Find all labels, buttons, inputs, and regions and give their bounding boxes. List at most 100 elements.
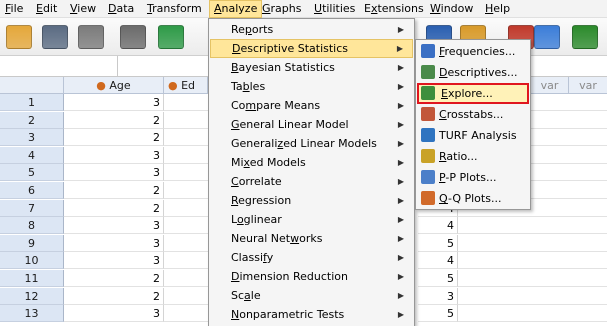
analyze-menu-item[interactable]: General Linear Model ▶ [210, 115, 413, 134]
analyze-menu-item[interactable]: Bayesian Statistics ▶ [210, 58, 413, 77]
cell-col2[interactable] [164, 200, 208, 217]
row-number[interactable]: 11 [0, 270, 64, 287]
cell-col3[interactable]: 4 [418, 252, 458, 270]
menu-help[interactable]: Help [481, 0, 514, 18]
cell-col2[interactable] [164, 305, 208, 323]
row-number[interactable]: 10 [0, 252, 64, 270]
cell-age[interactable]: 2 [64, 182, 164, 199]
cell-age[interactable]: 3 [64, 252, 164, 270]
cell-col3[interactable]: 3 [418, 287, 458, 305]
menu-extensions[interactable]: Extensions [360, 0, 428, 18]
cell-age[interactable]: 2 [64, 287, 164, 305]
row-number[interactable]: 12 [0, 287, 64, 305]
menu-window[interactable]: Window [426, 0, 477, 18]
cell-col2[interactable] [164, 112, 208, 129]
analyze-menu-item[interactable]: Tables ▶ [210, 77, 413, 96]
cell-col3[interactable]: 5 [418, 234, 458, 252]
cell-col3[interactable]: 4 [418, 217, 458, 235]
row-number[interactable]: 4 [0, 146, 64, 164]
cell-empty[interactable] [458, 270, 607, 287]
cell-age[interactable]: 2 [64, 270, 164, 287]
cell-age[interactable]: 3 [64, 305, 164, 323]
column-header-age-label: Age [109, 79, 131, 92]
submenu-item[interactable]: Descriptives... [417, 62, 529, 83]
cell-reference-box[interactable] [0, 56, 118, 77]
add-on-icon[interactable] [572, 25, 598, 49]
row-number[interactable]: 2 [0, 111, 64, 129]
analyze-menu-item[interactable]: Scale ▶ [210, 286, 413, 305]
submenu-item[interactable]: Explore... [417, 83, 529, 104]
analyze-menu-item[interactable]: Correlate ▶ [210, 172, 413, 191]
cell-col2[interactable] [164, 235, 208, 252]
cell-col2[interactable] [164, 182, 208, 199]
column-header-var-2[interactable]: var [569, 77, 607, 94]
cell-empty[interactable] [458, 305, 607, 323]
row-number[interactable]: 8 [0, 217, 64, 235]
cell-col2[interactable] [164, 94, 208, 111]
cell-col3[interactable]: 5 [418, 305, 458, 323]
row-number[interactable]: 1 [0, 94, 64, 111]
submenu-item[interactable]: Frequencies... [417, 41, 529, 62]
analyze-menu-item[interactable]: Generalized Linear Models ▶ [210, 134, 413, 153]
column-header-var-1[interactable]: var [531, 77, 569, 94]
cell-col2[interactable] [164, 217, 208, 235]
analyze-menu-item[interactable]: Regression ▶ [210, 191, 413, 210]
cell-col2[interactable] [164, 147, 208, 164]
menu-utilities[interactable]: Utilities [310, 0, 359, 18]
cell-age[interactable]: 3 [64, 164, 164, 182]
menu-file[interactable]: File [1, 0, 27, 18]
analyze-menu-item[interactable]: Nonparametric Tests ▶ [210, 305, 413, 324]
row-number[interactable]: 9 [0, 234, 64, 252]
analyze-menu-item[interactable]: Classify ▶ [210, 248, 413, 267]
row-number[interactable]: 7 [0, 199, 64, 217]
submenu-item[interactable]: P-P Plots... [417, 167, 529, 188]
submenu-item[interactable]: Ratio... [417, 146, 529, 167]
open-folder-icon[interactable] [6, 25, 32, 49]
menu-analyze[interactable]: Analyze [209, 0, 263, 18]
menu-transform[interactable]: Transform [143, 0, 206, 18]
menu-view[interactable]: View [66, 0, 100, 18]
save-icon[interactable] [42, 25, 68, 49]
cell-age[interactable]: 3 [64, 146, 164, 164]
analyze-menu-item[interactable]: Compare Means ▶ [210, 96, 413, 115]
cell-age[interactable]: 2 [64, 199, 164, 217]
row-number[interactable]: 6 [0, 182, 64, 199]
cell-age[interactable]: 3 [64, 217, 164, 235]
undo-icon[interactable] [158, 25, 184, 49]
analyze-menu-item[interactable]: Dimension Reduction ▶ [210, 267, 413, 286]
cell-empty[interactable] [458, 252, 607, 270]
print-icon[interactable] [78, 25, 104, 49]
corner-header[interactable] [0, 77, 64, 94]
cell-empty[interactable] [458, 235, 607, 252]
menu-graphs[interactable]: Graphs [258, 0, 305, 18]
cell-empty[interactable] [458, 217, 607, 235]
cell-col2[interactable] [164, 129, 208, 147]
cell-age[interactable]: 2 [64, 129, 164, 147]
submenu-item[interactable]: Crosstabs... [417, 104, 529, 125]
column-header-age[interactable]: ● Age [64, 77, 164, 94]
cell-empty[interactable] [458, 288, 607, 305]
cell-col2[interactable] [164, 164, 208, 182]
analyze-menu-item[interactable]: Loglinear ▶ [210, 210, 413, 229]
dialog-recall-icon[interactable] [120, 25, 146, 49]
submenu-item[interactable]: TURF Analysis [417, 125, 529, 146]
cell-col3[interactable]: 5 [418, 270, 458, 287]
cell-col2[interactable] [164, 288, 208, 305]
cell-age[interactable]: 3 [64, 234, 164, 252]
cell-col2[interactable] [164, 252, 208, 270]
cell-col2[interactable] [164, 270, 208, 287]
menu-edit[interactable]: Edit [32, 0, 61, 18]
row-number[interactable]: 3 [0, 129, 64, 147]
analyze-menu-item[interactable]: Descriptive Statistics ▶ [210, 39, 413, 58]
analyze-menu-item[interactable]: Reports ▶ [210, 20, 413, 39]
cell-age[interactable]: 3 [64, 94, 164, 111]
split-file-icon[interactable] [534, 25, 560, 49]
submenu-item[interactable]: Q-Q Plots... [417, 188, 529, 209]
row-number[interactable]: 13 [0, 305, 64, 323]
menu-data[interactable]: Data [104, 0, 138, 18]
cell-age[interactable]: 2 [64, 111, 164, 129]
row-number[interactable]: 5 [0, 164, 64, 182]
analyze-menu-item[interactable]: Neural Networks ▶ [210, 229, 413, 248]
analyze-menu-item[interactable]: Mixed Models ▶ [210, 153, 413, 172]
column-header-2[interactable]: ● Ed [164, 77, 208, 94]
